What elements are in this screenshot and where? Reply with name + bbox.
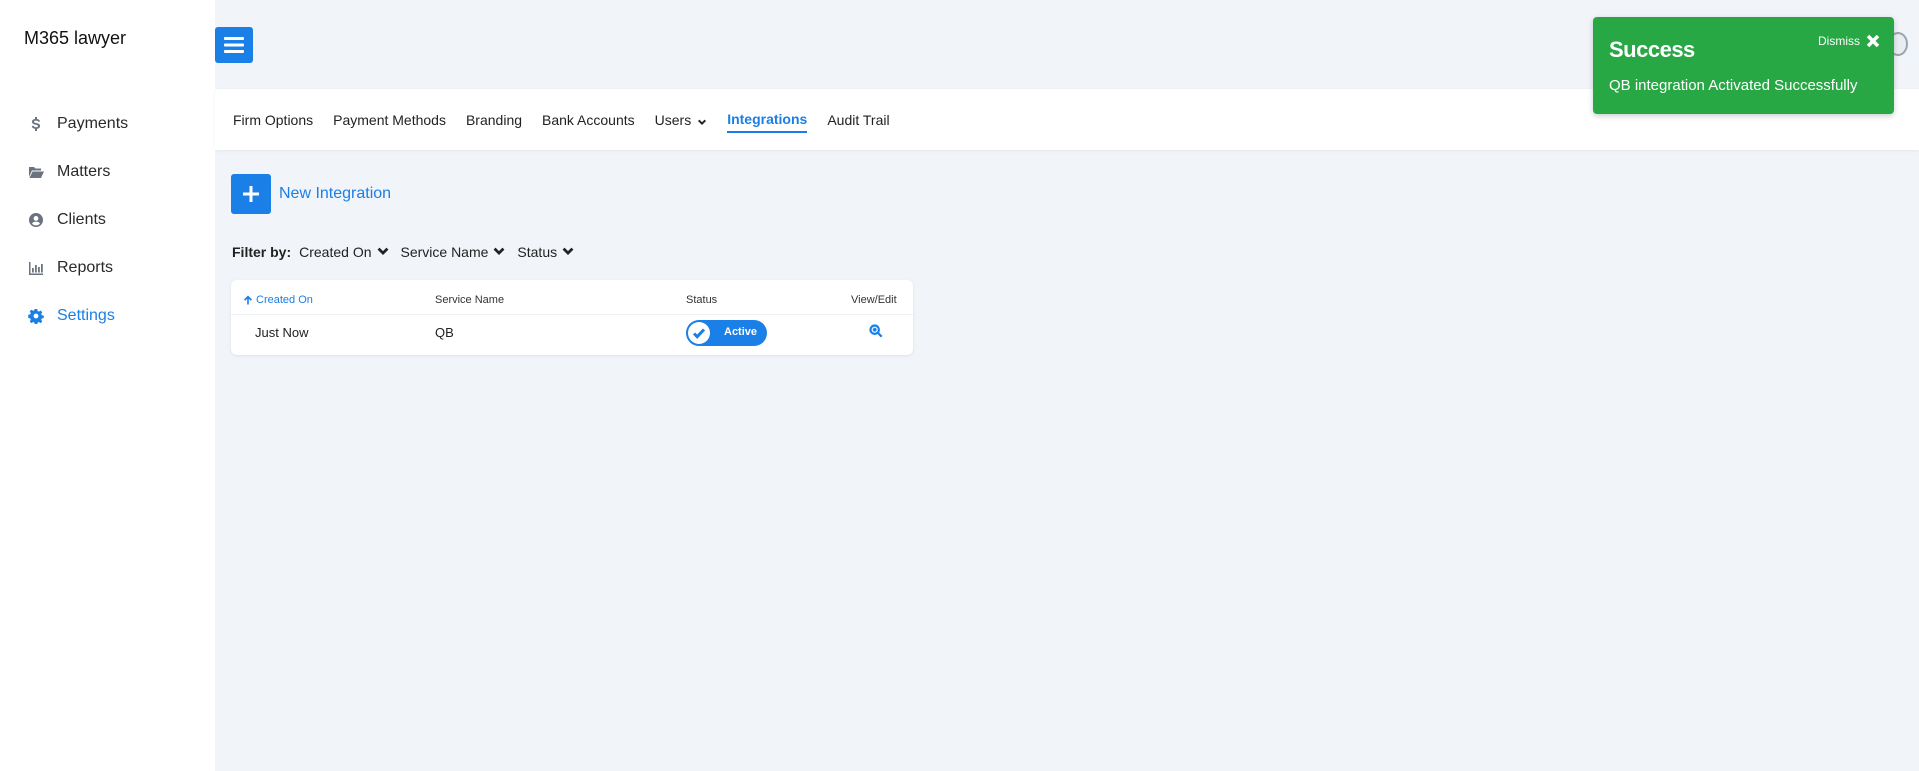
filter-status[interactable]: Status xyxy=(517,244,574,260)
dollar-icon xyxy=(28,116,44,132)
chevron-down-icon xyxy=(562,247,574,255)
settings-tabs: Firm Options Payment Methods Branding Ba… xyxy=(233,111,910,133)
column-header-service-name[interactable]: Service Name xyxy=(435,294,504,306)
chevron-down-icon xyxy=(494,247,505,255)
user-circle-icon xyxy=(28,212,44,228)
bar-chart-icon xyxy=(28,260,44,276)
sidebar-nav: Payments Matters Clients Reports Setting… xyxy=(0,100,215,340)
sidebar: M365 lawyer Payments Matters Clients Rep… xyxy=(0,0,215,771)
sidebar-item-label: Payments xyxy=(57,115,129,132)
tab-bank-accounts[interactable]: Bank Accounts xyxy=(542,112,635,132)
column-header-status[interactable]: Status xyxy=(686,294,717,306)
filter-bar: Filter by: Created On Service Name Statu… xyxy=(232,244,586,260)
filter-created-on[interactable]: Created On xyxy=(299,244,388,260)
chevron-down-icon xyxy=(377,247,388,255)
filter-label: Filter by: xyxy=(232,244,292,260)
integrations-table: Created On Service Name Status View/Edit… xyxy=(231,280,913,355)
hamburger-icon xyxy=(224,37,244,53)
menu-toggle-button[interactable] xyxy=(215,27,253,63)
sidebar-item-label: Settings xyxy=(57,307,115,324)
header-divider xyxy=(231,314,913,315)
toast-dismiss-button[interactable]: Dismiss xyxy=(1818,34,1880,48)
new-integration-label: New Integration xyxy=(279,185,392,202)
sidebar-item-label: Reports xyxy=(57,259,114,276)
plus-icon xyxy=(231,174,271,214)
tab-firm-options[interactable]: Firm Options xyxy=(233,112,313,132)
sidebar-item-reports[interactable]: Reports xyxy=(0,244,215,292)
toast-message: QB integration Activated Successfully xyxy=(1609,77,1858,94)
success-toast: Success Dismiss QB integration Activated… xyxy=(1593,17,1894,114)
folder-open-icon xyxy=(28,164,44,180)
tab-branding[interactable]: Branding xyxy=(466,112,522,132)
column-header-view-edit: View/Edit xyxy=(851,294,897,306)
filter-service-name[interactable]: Service Name xyxy=(401,244,506,260)
check-icon xyxy=(688,322,710,344)
tab-users-label: Users xyxy=(654,112,692,128)
status-toggle[interactable]: Active xyxy=(686,320,767,346)
dismiss-label: Dismiss xyxy=(1818,34,1860,48)
sidebar-item-clients[interactable]: Clients xyxy=(0,196,215,244)
new-integration-button[interactable]: New Integration xyxy=(231,174,391,214)
sidebar-item-label: Matters xyxy=(57,163,111,180)
toast-title: Success xyxy=(1609,37,1695,62)
filter-option-label: Status xyxy=(517,244,558,260)
sidebar-item-matters[interactable]: Matters xyxy=(0,148,215,196)
sidebar-item-payments[interactable]: Payments xyxy=(0,100,215,148)
close-icon xyxy=(1866,34,1880,48)
cell-service-name: QB xyxy=(435,325,454,340)
zoom-in-icon[interactable] xyxy=(869,324,885,340)
filter-option-label: Service Name xyxy=(400,244,489,260)
gear-icon xyxy=(28,308,44,324)
arrow-up-icon xyxy=(244,295,252,305)
column-header-created-on[interactable]: Created On xyxy=(243,294,313,306)
sidebar-item-settings[interactable]: Settings xyxy=(0,292,215,340)
cell-created-on: Just Now xyxy=(255,325,309,340)
sidebar-item-label: Clients xyxy=(57,211,106,228)
column-header-label: Created On xyxy=(256,294,313,306)
tab-integrations[interactable]: Integrations xyxy=(727,111,808,133)
tab-users[interactable]: Users xyxy=(655,112,708,132)
status-toggle-label: Active xyxy=(724,326,758,338)
chevron-down-icon xyxy=(697,115,707,125)
tab-audit-trail[interactable]: Audit Trail xyxy=(827,112,889,132)
filter-option-label: Created On xyxy=(299,244,372,260)
brand-title: M365 lawyer xyxy=(24,28,127,48)
tab-payment-methods[interactable]: Payment Methods xyxy=(333,112,446,132)
